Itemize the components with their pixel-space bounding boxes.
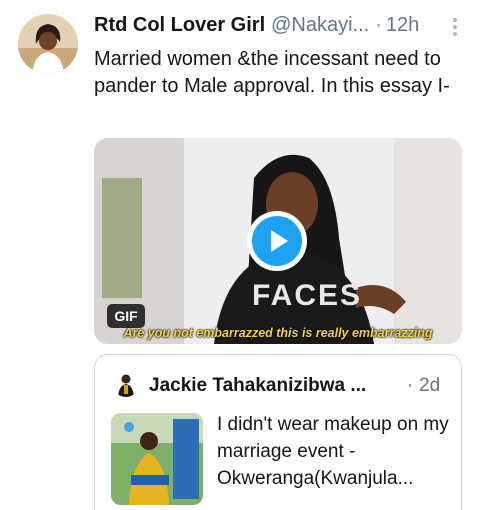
quoted-author-name[interactable]: Jackie Tahakanizibwa ... [149, 375, 369, 397]
quoted-tweet-text: I didn't wear makeup on my marriage even… [217, 414, 449, 489]
tweet[interactable]: Rtd Col Lover Girl @Nakayi... · 12h Marr… [0, 0, 479, 510]
gif-caption: Are you not embarrazzed this is really e… [123, 326, 433, 340]
quoted-tweet-thumbnail[interactable] [111, 413, 203, 505]
shirt-print-text: FACES [252, 279, 362, 312]
tweet-timestamp[interactable]: 12h [386, 14, 419, 37]
tweet-header: Rtd Col Lover Girl @Nakayi... · 12h [94, 14, 459, 42]
quoted-tweet[interactable]: Jackie Tahakanizibwa ... · 2d I didn't w… [94, 354, 462, 510]
separator-dot: · [375, 14, 382, 36]
more-vertical-icon[interactable] [451, 16, 459, 38]
author-display-name[interactable]: Rtd Col Lover Girl [94, 14, 265, 37]
quoted-tweet-timestamp[interactable]: 2d [419, 375, 440, 397]
tweet-text: Married women &the incessant need to pan… [94, 48, 450, 97]
gif-badge: GIF [107, 304, 145, 328]
author-handle[interactable]: @Nakayi... [271, 14, 369, 37]
gif-media[interactable]: FACES GIF Are you not embarrazzed this i… [94, 138, 462, 344]
play-button[interactable] [247, 211, 307, 271]
separator-dot: · [407, 375, 414, 396]
author-avatar[interactable] [18, 14, 78, 74]
quoted-author-avatar[interactable] [113, 371, 139, 397]
play-icon [252, 216, 302, 266]
